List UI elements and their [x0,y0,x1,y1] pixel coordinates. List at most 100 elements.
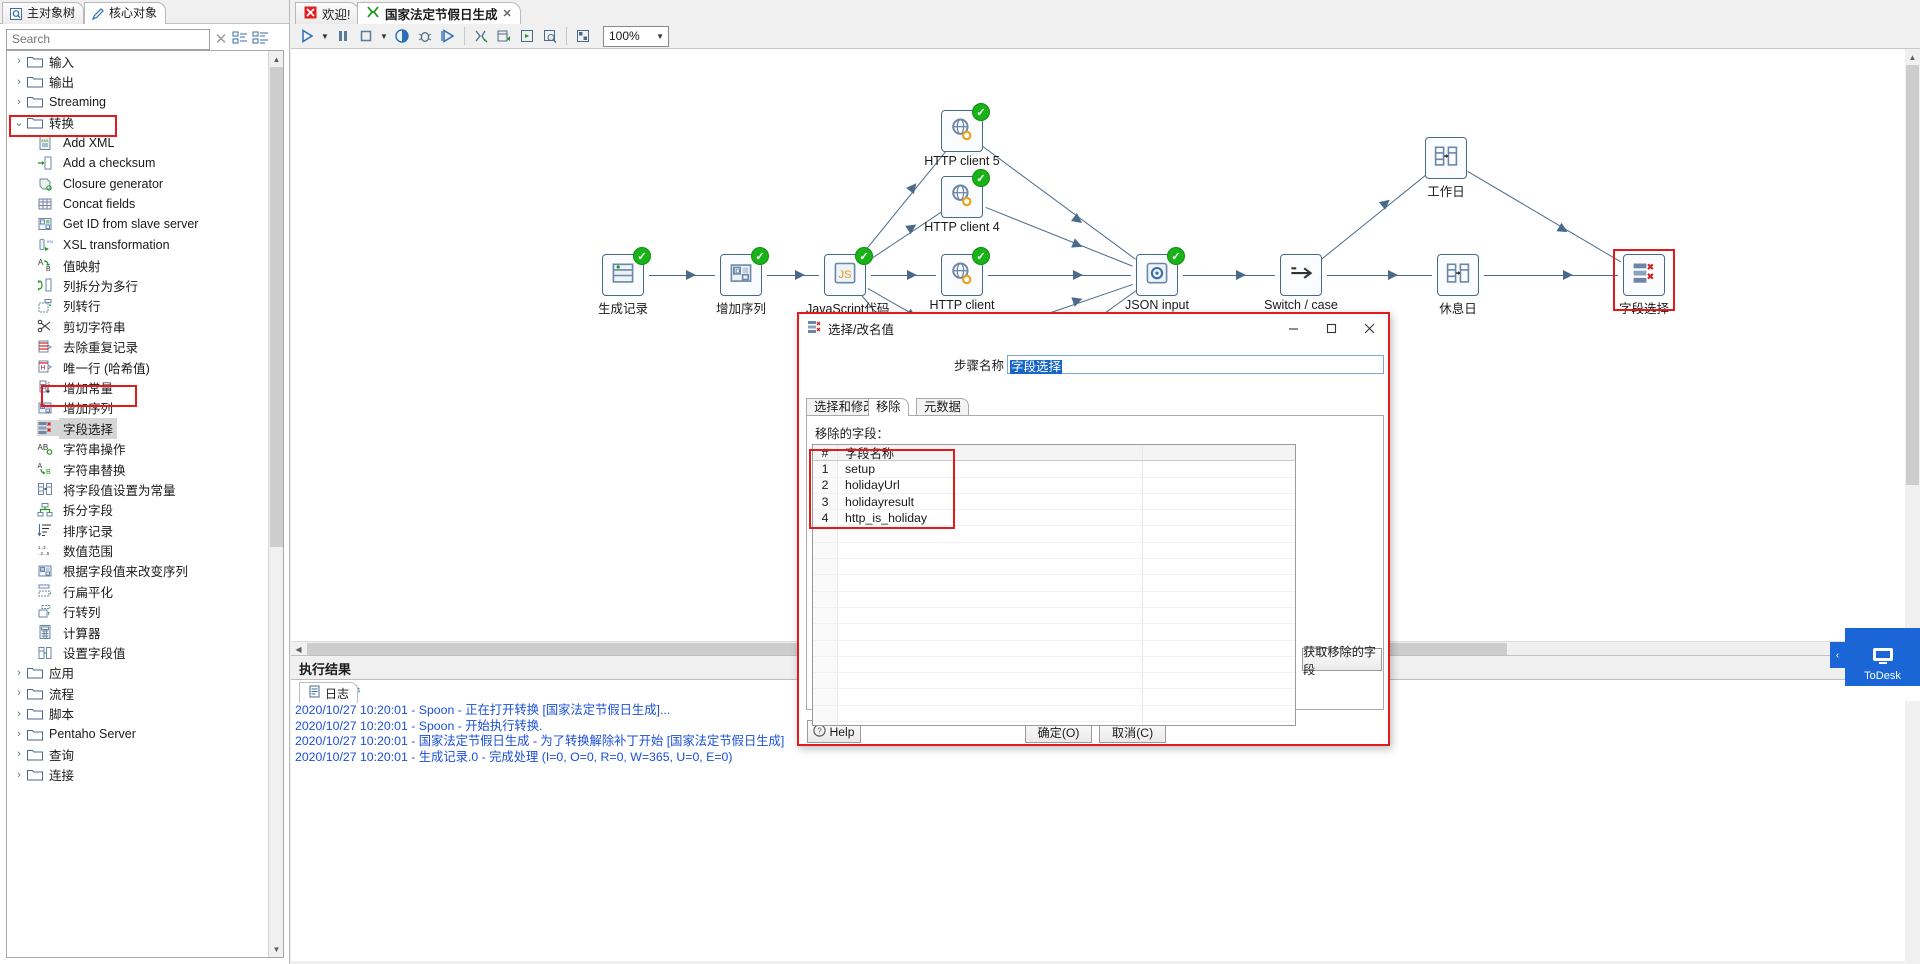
grid-cell-field[interactable] [838,607,1143,624]
tree-item-step[interactable]: ID 根据字段值来改变序列 [7,561,269,581]
get-removed-fields-button[interactable]: 获取移除的字段 [1302,645,1382,677]
grid-row[interactable]: 4 http_is_holiday [813,510,1295,527]
set-field-constant-icon[interactable] [1437,254,1479,296]
tree-item-step[interactable]: 去除重复记录 [7,336,269,356]
grid-row-empty[interactable] [813,656,1295,674]
canvas-hop[interactable] [988,275,1131,276]
steps-tree[interactable]: › 输入 › 输出 › Streaming ⌄ 转换 XML Add XML Add a check… [7,51,269,957]
run-options-dropdown-icon[interactable]: ▼ [319,25,331,47]
tree-item-folder[interactable]: ⌄ 转换 [7,112,269,132]
grid-cell-field[interactable] [838,591,1143,607]
chevron-right-icon[interactable]: › [11,687,27,699]
tree-item-step[interactable]: ID 增加序列 [7,398,269,418]
minimize-icon[interactable] [1274,314,1312,342]
todesk-collapse-button[interactable]: ‹ [1830,642,1845,668]
tree-item-step[interactable]: A B 值映射 [7,255,269,275]
http-client-icon[interactable]: ✓ [941,103,990,152]
canvas-step-field-select[interactable]: 字段选择 [1605,254,1683,317]
canvas-step-http-client[interactable]: ✓ HTTP client [923,247,1001,312]
tree-item-step[interactable]: Add a checksum [7,153,269,173]
add-sequence-icon[interactable]: ID ✓ [720,247,769,296]
tree-item-step[interactable]: H 唯一行 (哈希值) [7,357,269,377]
tree-item-step[interactable]: XML Add XML [7,133,269,153]
tab-main-object-tree[interactable]: 主对象树 [2,2,85,24]
tab-metadata[interactable]: 元数据 [916,398,969,416]
grid-row[interactable]: 2 holidayUrl [813,477,1295,494]
grid-cell-field[interactable] [838,640,1143,656]
align-grid-button[interactable] [572,25,594,47]
chevron-down-icon[interactable]: ⌄ [11,116,27,129]
grid-row-empty[interactable] [813,624,1295,641]
tree-item-folder[interactable]: › 输入 [7,51,269,71]
chevron-right-icon[interactable]: › [11,667,27,679]
grid-row[interactable]: 3 holidayresult [813,493,1295,511]
grid-row-empty[interactable] [813,722,1295,725]
tree-item-step[interactable]: 计算器 [7,622,269,642]
chevron-right-icon[interactable]: › [11,748,27,760]
dialog-title-bar[interactable]: 选择/改名值 [799,314,1388,342]
canvas-scroll-left-arrow[interactable]: ◀ [291,642,306,656]
select-values-icon[interactable] [1623,254,1665,296]
tree-item-step[interactable]: 字段选择 [7,417,269,439]
tree-item-folder[interactable]: › Streaming [7,92,269,112]
grid-row-empty[interactable] [813,559,1295,576]
grid-cell-field[interactable]: holidayUrl [838,477,1143,493]
grid-row-empty[interactable] [813,542,1295,560]
grid-cell-field[interactable]: setup [838,461,1143,477]
tree-item-folder[interactable]: › 脚本 [7,704,269,724]
tree-item-step[interactable]: Concat fields [7,194,269,214]
preview-button[interactable] [391,25,413,47]
show-sql-button[interactable] [516,25,538,47]
tree-item-step[interactable]: 拆分字段 [7,500,269,520]
grid-row-empty[interactable] [813,591,1295,608]
grid-cell-field[interactable] [838,673,1143,689]
tab-core-objects[interactable]: 核心对象 [84,2,167,24]
clean-layout-button[interactable] [470,25,492,47]
stop-button[interactable] [355,25,377,47]
tree-item-step[interactable]: 1..3.. ..2...5 数值范围 [7,540,269,560]
maximize-icon[interactable] [1312,314,1350,342]
tree-item-step[interactable]: Get ID from slave server [7,214,269,234]
canvas-vertical-scrollbar[interactable]: ▲ ▼ [1905,49,1920,653]
tree-item-step[interactable]: 列转行 [7,296,269,316]
stop-options-dropdown-icon[interactable]: ▼ [378,25,390,47]
close-icon[interactable] [1350,314,1388,342]
set-field-constant-icon[interactable] [1425,137,1467,179]
tab-remove[interactable]: 移除 [868,398,909,416]
run-button[interactable] [296,25,318,47]
grid-cell-field[interactable] [838,705,1143,722]
search-input[interactable] [6,28,210,50]
grid-cell-field[interactable]: holidayresult [838,493,1143,510]
grid-cell-field[interactable] [838,656,1143,673]
removed-fields-grid[interactable]: # 字段名称 1 setup 2 holidayUrl 3 holidayresult 4 htt… [812,444,1296,726]
scroll-down-arrow[interactable]: ▼ [269,941,283,957]
grid-row-empty[interactable] [813,607,1295,625]
canvas-scroll-up-arrow[interactable]: ▲ [1905,49,1920,65]
javascript-icon[interactable]: JS ✓ [824,247,873,296]
grid-cell-field[interactable] [838,624,1143,640]
zoom-level-combo[interactable]: 100% ▼ [603,25,669,47]
tree-item-step[interactable]: 将字段值设置为常量 [7,479,269,499]
grid-row-empty[interactable] [813,526,1295,543]
canvas-step-http-client-5[interactable]: ✓ HTTP client 5 [923,103,1001,168]
tab-welcome[interactable]: 欢迎! [295,2,360,24]
grid-cell-field[interactable] [838,722,1143,725]
canvas-hop[interactable] [982,146,1137,261]
tree-item-folder[interactable]: › 流程 [7,683,269,703]
canvas-step-http-client-4[interactable]: ✓ HTTP client 4 [923,169,1001,234]
chevron-right-icon[interactable]: › [11,76,27,88]
tree-item-step[interactable]: XSL XSL transformation [7,235,269,255]
grid-cell-field[interactable]: http_is_holiday [838,510,1143,526]
switch-case-icon[interactable] [1280,254,1322,296]
grid-cell-field[interactable] [838,575,1143,591]
tree-item-step[interactable]: AB 字符串操作 [7,438,269,458]
close-icon[interactable]: ✕ [503,7,512,20]
grid-row-empty[interactable] [813,575,1295,592]
grid-row-empty[interactable] [813,640,1295,657]
canvas-vscroll-thumb[interactable] [1906,65,1919,485]
pause-button[interactable] [332,25,354,47]
tree-item-folder[interactable]: › 连接 [7,765,269,785]
tree-item-step[interactable]: Closure generator [7,173,269,193]
search-metadata-button[interactable] [539,25,561,47]
tree-item-step[interactable]: 行扁平化 [7,581,269,601]
